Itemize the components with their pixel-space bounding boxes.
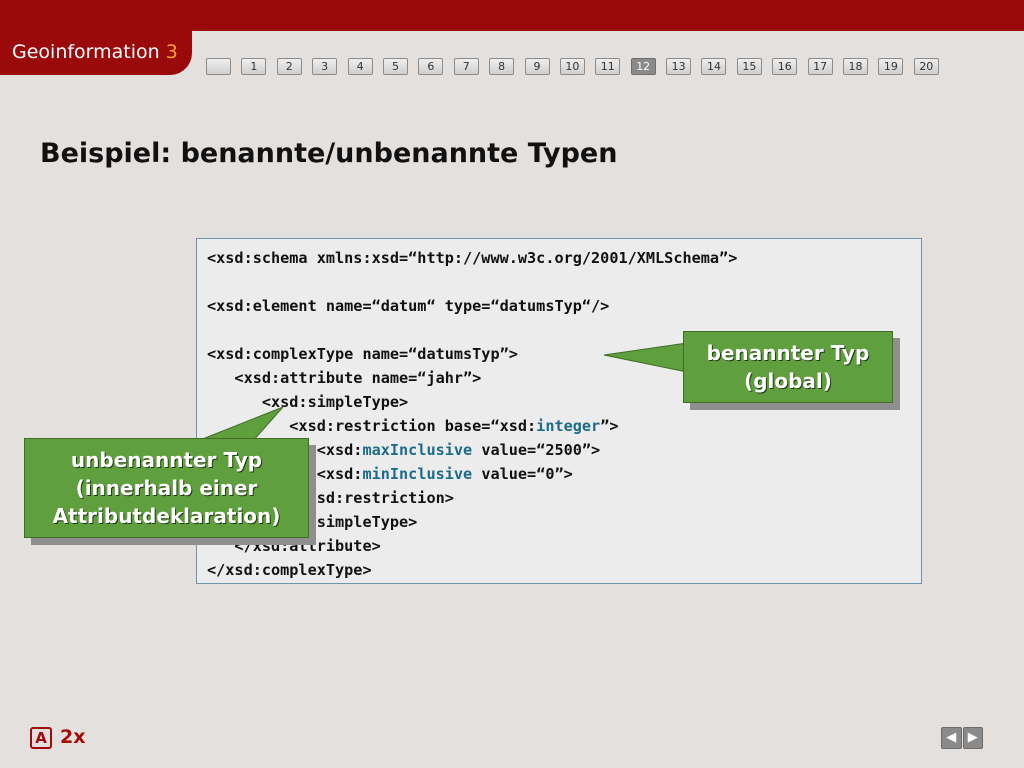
callout-line: Attributdeklaration): [52, 504, 281, 528]
callout-line: (innerhalb einer: [75, 476, 258, 500]
callout-unnamed-type: unbenannter Typ (innerhalb einer Attribu…: [24, 438, 309, 538]
annotation-badge-icon[interactable]: A: [30, 727, 52, 749]
callout-line: (global): [744, 369, 832, 393]
callout-line: unbenannter Typ: [70, 448, 263, 472]
callout-right-tail: [603, 342, 688, 373]
annotation-count: 2x: [60, 726, 86, 748]
previous-slide-icon[interactable]: ◀: [941, 727, 962, 749]
callout-line: benannter Typ: [706, 341, 870, 365]
callout-named-type: benannter Typ (global): [683, 331, 893, 403]
slide-navigation: ◀ ▶: [941, 727, 983, 749]
next-slide-icon[interactable]: ▶: [962, 727, 983, 749]
callout-left-tail: [194, 406, 284, 443]
